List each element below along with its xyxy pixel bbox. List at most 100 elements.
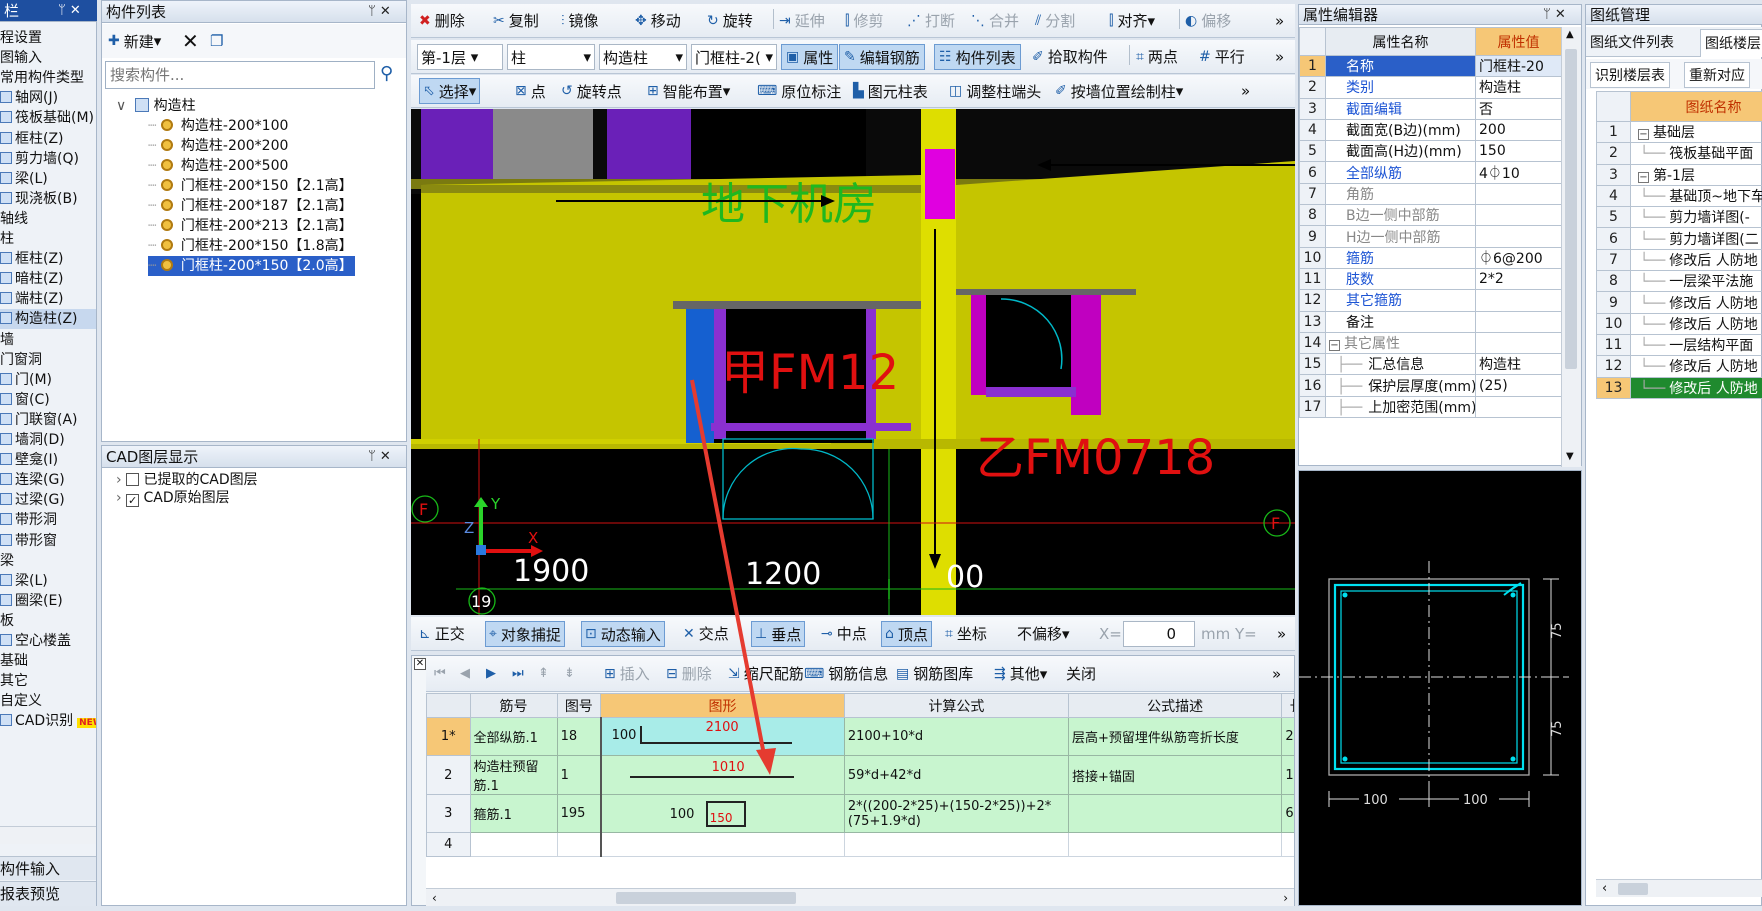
property-vscroll[interactable]: ▲ ▼ [1561,27,1581,467]
nav-item[interactable]: 壁龛(I) [0,450,96,470]
drawing-scroll-left-icon[interactable]: ‹ [1602,881,1607,896]
properties-button[interactable]: ▣属性 [781,44,838,70]
nav-item[interactable]: 程设置 [0,28,96,48]
property-value[interactable]: 构造柱 [1476,354,1562,375]
purple-column-1[interactable] [421,109,493,185]
nav-item[interactable]: 门联窗(A) [0,410,96,430]
inplace-annotation-button[interactable]: ⌨原位标注 [757,75,841,107]
drawing-row[interactable]: 13└──修改后 人防地 [1597,377,1762,398]
toolbar2-more-icon[interactable]: » [1275,40,1284,73]
rebar-cell-desc[interactable]: 层高+预留埋件纵筋弯折长度 [1069,718,1282,756]
x-coordinate-input[interactable]: 0 [1123,621,1195,647]
drawing-name[interactable]: └──筏板基础平面 [1631,143,1762,164]
drawing-hscroll-thumb[interactable] [1618,883,1648,895]
snap-more-icon[interactable]: » [1277,617,1286,650]
drawing-name[interactable]: └──一层梁平法施 [1631,271,1762,292]
component-item[interactable]: ┈ 构造柱-200*200 [148,136,288,156]
component-item[interactable]: ┈ 构造柱-200*100 [148,116,288,136]
tab-report-preview[interactable]: 报表预览 [0,881,96,906]
nav-item[interactable]: 梁(L) [0,571,96,591]
property-value[interactable] [1476,290,1562,311]
checkbox-original[interactable]: ✓ [126,494,139,507]
cad-layer-controls[interactable]: ᛘ ✕ [368,446,391,468]
property-value[interactable]: 4⏀10 [1476,162,1562,183]
blue-column-left[interactable] [686,309,714,443]
object-snap-toggle[interactable]: ⌖对象捕捉 [485,621,565,647]
toolbar1-more-icon[interactable]: » [1275,4,1284,37]
scroll-down-icon[interactable]: ▼ [1566,451,1574,462]
column-table-button[interactable]: ▙图元柱表 [853,75,928,107]
left-nav-controls[interactable]: ᛘ ✕ [58,0,81,22]
component-item[interactable]: ┈ 门框柱-200*150【2.0高】 [148,256,355,276]
drawing-row[interactable]: 12└──修改后 人防地 [1597,356,1762,377]
property-row[interactable]: 5截面高(H边)(mm)150 [1300,141,1562,162]
nav-item[interactable]: 剪力墙(Q) [0,149,96,169]
rebar-cell-fig[interactable]: 195 [557,795,601,833]
type-select[interactable]: 构造柱▾ [599,44,687,70]
rebar-cell-shape[interactable]: 1002100 [601,718,845,756]
drawing-name[interactable]: −基础层 [1631,122,1762,143]
rebar-cell-no[interactable]: 2 [427,756,471,795]
split-button[interactable]: ⫽分割 [1035,4,1075,37]
drawing-name[interactable]: └──修改后 人防地 [1631,377,1762,398]
property-row[interactable]: 17├──上加密范围(mm) [1300,396,1562,417]
drawing-row[interactable]: 5└──剪力墙详图(- [1597,207,1762,228]
drawing-row[interactable]: 2└──筏板基础平面 [1597,143,1762,164]
drawing-name[interactable]: └──修改后 人防地 [1631,292,1762,313]
property-value[interactable] [1476,396,1562,417]
cad-canvas[interactable]: 地下机房 甲FM12 乙FM0718 F F 19 [411,109,1295,615]
nav-item[interactable]: 梁 [0,551,96,571]
pick-component-button[interactable]: ✐拾取构件 [1032,40,1108,73]
tab-drawing-files[interactable]: 图纸文件列表 [1590,32,1674,52]
identify-floor-table-button[interactable]: 识别楼层表 [1590,62,1670,88]
rebar-cell-formula[interactable]: 59*d+42*d [844,756,1068,795]
nav-item[interactable]: 空心楼盖 [0,631,96,651]
nav-item[interactable]: 轴线 [0,209,96,229]
last-icon[interactable]: ⏭ [512,656,524,691]
component-tree-root[interactable]: ∨ 构造柱 [116,96,196,116]
property-value[interactable]: 200 [1476,119,1562,140]
coordinate-toggle[interactable]: ⌗坐标 [945,617,987,650]
nav-item[interactable]: 框柱(Z) [0,129,96,149]
dynamic-input-toggle[interactable]: ⊡动态输入 [581,621,665,647]
move-button[interactable]: ✥移动 [635,4,681,37]
floor-select[interactable]: 第-1层 ▾ [417,44,503,70]
offset-button[interactable]: ◐偏移 [1185,4,1231,37]
nav-item[interactable]: CAD识别NEW [0,711,96,731]
nav-item[interactable]: 带形洞 [0,510,96,530]
select-button[interactable]: ⬁选择 ▾ [419,78,480,104]
draw-by-wall-button[interactable]: ✐按墙位置绘制柱 ▾ [1055,75,1183,107]
property-row[interactable]: 7角筋 [1300,183,1562,204]
next-icon[interactable]: ▶ [486,656,496,691]
drawing-name[interactable]: −第-1层 [1631,164,1762,185]
prev-icon[interactable]: ◀ [460,656,470,691]
magenta-column[interactable] [925,149,955,219]
scroll-left-icon[interactable]: ‹ [432,891,437,905]
component-item[interactable]: ┈ 门框柱-200*213【2.1高】 [148,216,353,236]
nav-item[interactable]: 过梁(G) [0,490,96,510]
property-row[interactable]: 15├──汇总信息构造柱 [1300,354,1562,375]
rebar-cell-len[interactable]: 2200 [1282,718,1294,756]
property-value[interactable]: 2*2 [1476,268,1562,289]
drawing-hscroll[interactable]: ‹ [1596,879,1762,897]
left-nav-hscroll[interactable] [0,826,96,844]
break-button[interactable]: ⋰打断 [907,4,955,37]
property-row[interactable]: 13备注 [1300,311,1562,332]
collapse-icon[interactable]: − [1329,340,1340,351]
nav-item[interactable]: 板 [0,611,96,631]
drawing-row[interactable]: 11└──一层结构平面 [1597,334,1762,355]
category-select[interactable]: 柱▾ [507,44,595,70]
nav-item[interactable]: 轴网(J) [0,88,96,108]
cad-layer-extracted[interactable]: › 已提取的CAD图层 [116,470,258,490]
rebar-cell-len[interactable]: 673 [1282,795,1294,833]
midpoint-toggle[interactable]: ⊸中点 [821,617,867,650]
copy-component-icon[interactable]: ❐ [210,24,223,58]
nav-item[interactable]: 端柱(Z) [0,289,96,309]
edit-rebar-button[interactable]: ✎编辑钢筋 [839,44,925,70]
component-item[interactable]: ┈ 门框柱-200*187【2.1高】 [148,196,353,216]
rebar-cell-shape[interactable] [601,833,845,857]
rebar-cell-name[interactable]: 构造柱预留筋.1 [470,756,557,795]
property-row[interactable]: 10箍筋⏀6@200 [1300,247,1562,268]
property-value[interactable]: 门框柱-20 [1476,56,1562,77]
component-select[interactable]: 门框柱-2(▾ [691,44,777,70]
